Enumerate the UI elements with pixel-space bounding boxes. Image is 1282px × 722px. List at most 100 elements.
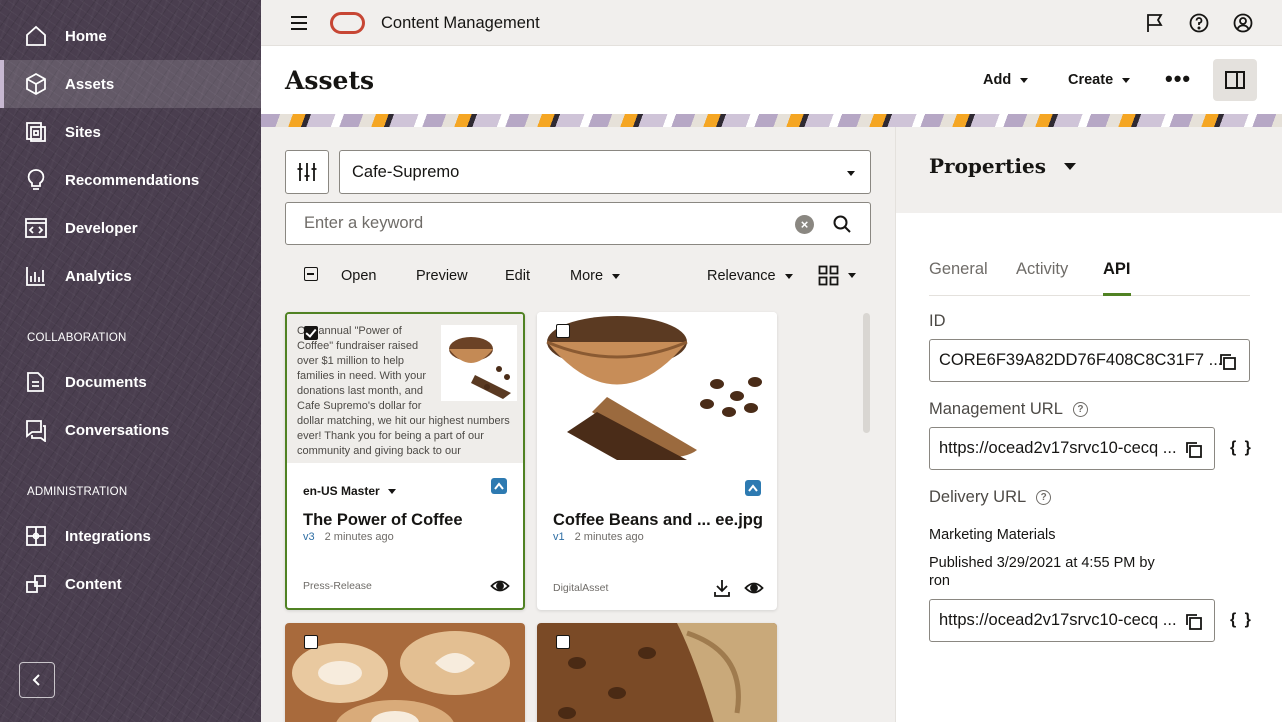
properties-title[interactable]: Properties (929, 154, 1076, 178)
properties-header: Properties (896, 127, 1282, 213)
help-icon[interactable] (1188, 12, 1210, 34)
card-title: The Power of Coffee (303, 511, 463, 529)
sidebar-item-home[interactable]: Home (0, 12, 261, 60)
card-preview: Our annual "Power of Coffee" fundraiser … (287, 314, 523, 463)
sidebar-item-label: Developer (65, 219, 138, 237)
latte-art-image (285, 623, 525, 722)
download-icon[interactable] (712, 578, 732, 598)
management-url-label: Management URL ? (929, 400, 1088, 419)
documents-icon (24, 370, 48, 394)
assets-main: Cafe-Supremo × Open Preview Edit More Re… (261, 127, 895, 722)
card-title: Coffee Beans and ... ee.jpg (553, 511, 763, 529)
properties-title-label: Properties (929, 154, 1046, 178)
preview-button[interactable]: Preview (416, 268, 468, 284)
card-time: 2 minutes ago (324, 531, 394, 543)
copy-icon[interactable] (1184, 612, 1204, 632)
create-button[interactable]: Create (1068, 72, 1131, 88)
card-checkbox[interactable] (556, 324, 570, 338)
sidebar-item-integrations[interactable]: Integrations (0, 512, 261, 560)
chevron-down-icon (847, 171, 855, 176)
flag-icon[interactable] (1144, 12, 1166, 34)
select-all-checkbox[interactable] (304, 267, 318, 281)
open-button[interactable]: Open (341, 268, 376, 284)
coffee-beans-image (546, 316, 762, 460)
published-line-1: Published 3/29/2021 at 4:55 PM by (929, 555, 1155, 571)
sidebar-item-assets[interactable]: Assets (0, 60, 261, 108)
collapse-sidebar-button[interactable] (19, 662, 55, 698)
sidebar-item-documents[interactable]: Documents (0, 358, 261, 406)
sidebar-item-sites[interactable]: Sites (0, 108, 261, 156)
card-preview-text: Our annual "Power of Coffee" fundraiser … (297, 324, 517, 459)
tab-activity[interactable]: Activity (1016, 260, 1068, 296)
chevron-down-icon (1063, 162, 1076, 170)
decorative-banner (261, 114, 1282, 127)
clear-icon[interactable]: × (795, 215, 814, 234)
preview-eye-icon[interactable] (744, 578, 764, 598)
administration-heading: ADMINISTRATION (27, 486, 128, 498)
search-input[interactable] (287, 204, 767, 243)
help-icon[interactable]: ? (1036, 490, 1052, 505)
lightbulb-icon (24, 168, 48, 192)
results-scrollbar[interactable] (863, 313, 870, 433)
delivery-url-field[interactable]: https://ocead2v17srvc10-cecq ... (929, 599, 1215, 642)
asset-card-latte-art[interactable] (285, 623, 525, 722)
sidebar-item-label: Documents (65, 373, 147, 391)
sidebar-item-conversations[interactable]: Conversations (0, 406, 261, 454)
sidebar-item-recommendations[interactable]: Recommendations (0, 156, 261, 204)
delivery-url-label: Delivery URL ? (929, 488, 1052, 507)
card-checkbox[interactable] (304, 326, 318, 340)
filter-button[interactable] (285, 150, 329, 194)
management-json-icon[interactable]: { } (1230, 439, 1253, 457)
more-label: More (570, 268, 604, 284)
card-checkbox[interactable] (304, 635, 318, 649)
asset-card-coffee-beans[interactable]: Coffee Beans and ... ee.jpg v1 2 minutes … (537, 312, 777, 610)
sidebar-item-developer[interactable]: Developer (0, 204, 261, 252)
sidebar-item-content[interactable]: Content (0, 560, 261, 608)
edit-button[interactable]: Edit (505, 268, 530, 284)
channel-name: Marketing Materials (929, 527, 1056, 543)
preview-eye-icon[interactable] (490, 576, 510, 596)
content-icon (24, 572, 48, 596)
sidebar: Home Assets Sites Recommendations Develo… (0, 0, 261, 722)
sort-select[interactable]: Relevance (707, 268, 793, 284)
repository-select[interactable]: Cafe-Supremo (339, 150, 871, 194)
user-icon[interactable] (1232, 12, 1254, 34)
tab-api[interactable]: API (1103, 260, 1131, 296)
card-checkbox[interactable] (556, 635, 570, 649)
published-badge-icon (491, 478, 507, 494)
sidebar-item-label: Recommendations (65, 171, 200, 189)
sidebar-item-analytics[interactable]: Analytics (0, 252, 261, 300)
id-value: CORE6F39A82DD76F408C8C31F7 ... (939, 351, 1223, 369)
sites-icon (24, 120, 48, 144)
published-badge-icon (745, 480, 761, 496)
card-type: Press-Release (303, 580, 372, 592)
more-menu-button[interactable]: More (570, 268, 621, 284)
sidebar-item-label: Analytics (65, 267, 132, 285)
asset-card-power-of-coffee[interactable]: Our annual "Power of Coffee" fundraiser … (285, 312, 525, 610)
toggle-properties-panel-button[interactable] (1213, 59, 1257, 101)
view-mode-button[interactable] (818, 265, 856, 286)
copy-icon[interactable] (1184, 440, 1204, 460)
conversations-icon (24, 418, 48, 442)
sidebar-item-label: Integrations (65, 527, 151, 545)
coffee-beans-thumbnail (441, 325, 517, 401)
copy-icon[interactable] (1218, 352, 1238, 372)
repository-value: Cafe-Supremo (352, 162, 460, 181)
chevron-down-icon (387, 488, 396, 494)
delivery-json-icon[interactable]: { } (1230, 611, 1253, 629)
asset-card-coffee-sack[interactable] (537, 623, 777, 722)
properties-tabs: General Activity API (929, 260, 1250, 296)
search-icon[interactable] (832, 214, 852, 234)
code-icon (24, 216, 48, 240)
id-field[interactable]: CORE6F39A82DD76F408C8C31F7 ... (929, 339, 1250, 382)
tab-general[interactable]: General (929, 260, 988, 296)
management-url-field[interactable]: https://ocead2v17srvc10-cecq ... (929, 427, 1215, 470)
language-select[interactable]: en-US Master (303, 484, 396, 498)
hamburger-menu-icon[interactable] (289, 13, 309, 33)
management-url-value: https://ocead2v17srvc10-cecq ... (939, 439, 1177, 457)
add-button[interactable]: Add (983, 72, 1029, 88)
page-title: Assets (285, 66, 375, 95)
more-actions-icon[interactable]: ••• (1165, 68, 1191, 90)
side-panel-icon (1224, 70, 1246, 90)
help-icon[interactable]: ? (1072, 402, 1088, 417)
